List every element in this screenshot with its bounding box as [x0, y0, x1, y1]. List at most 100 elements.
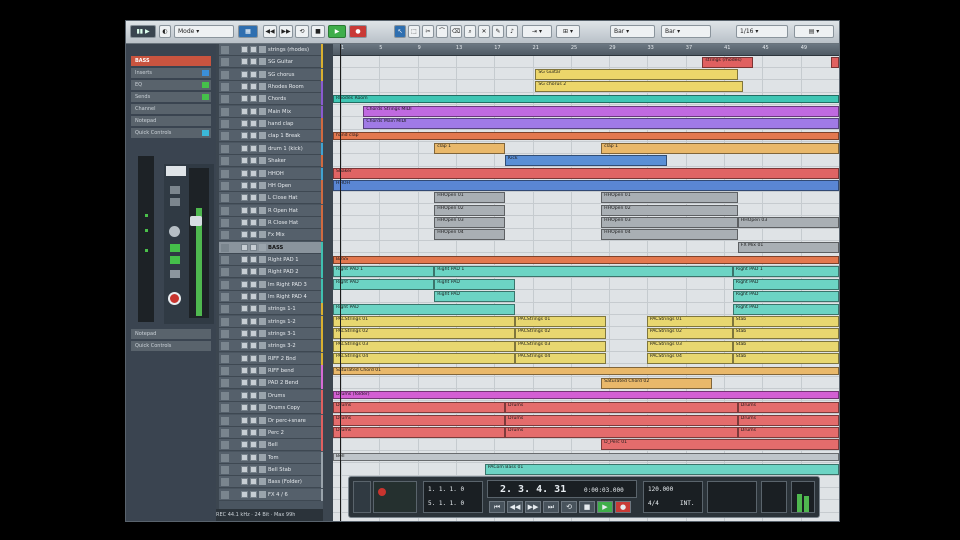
- project-cursor[interactable]: [340, 44, 341, 521]
- event-clip[interactable]: clap 1: [601, 142, 839, 154]
- track-expand-icon[interactable]: [221, 305, 229, 314]
- solo-button[interactable]: [250, 157, 257, 165]
- edit-channel-icon[interactable]: [259, 268, 266, 276]
- inspector-row-quick-controls[interactable]: Quick Controls: [131, 128, 211, 138]
- write-automation-button[interactable]: [170, 256, 180, 264]
- marker-panel[interactable]: [707, 481, 757, 513]
- mute-button[interactable]: [241, 293, 248, 300]
- edit-channel-icon[interactable]: [259, 465, 266, 473]
- track-expand-icon[interactable]: [221, 465, 229, 474]
- forward-icon[interactable]: ▶▶: [279, 25, 293, 38]
- track-row[interactable]: Drums: [219, 389, 323, 402]
- track-row[interactable]: R Close Hat: [219, 216, 323, 229]
- folder-part[interactable]: Saturated Chord 01: [333, 366, 839, 375]
- edit-channel-icon[interactable]: [259, 428, 266, 436]
- track-name[interactable]: Perc 2: [268, 427, 318, 439]
- track-lane[interactable]: [333, 192, 839, 204]
- solo-button[interactable]: [250, 46, 257, 53]
- mute-button[interactable]: [241, 416, 248, 424]
- track-expand-icon[interactable]: [221, 255, 229, 264]
- autoscroll-button[interactable]: ⇥ ▾: [522, 25, 552, 38]
- track-row[interactable]: RIFF bend: [219, 365, 323, 378]
- edit-channel-icon[interactable]: [259, 83, 266, 91]
- event-clip[interactable]: Right PAD: [333, 303, 516, 315]
- solo-button[interactable]: [250, 428, 257, 436]
- folder-part[interactable]: Bell: [333, 453, 839, 462]
- edit-channel-icon[interactable]: [259, 181, 266, 189]
- mute-button[interactable]: [241, 218, 248, 226]
- track-row[interactable]: hand clap: [219, 118, 323, 131]
- edit-channel-icon[interactable]: [259, 46, 266, 53]
- event-clip[interactable]: PACStrings 01: [333, 315, 516, 327]
- edit-channel-icon[interactable]: [259, 342, 266, 350]
- track-expand-icon[interactable]: [221, 330, 229, 339]
- mute-button[interactable]: [241, 305, 248, 313]
- track-row[interactable]: Main Mix: [219, 105, 323, 118]
- tempo-panel[interactable]: 120.000 4/4 INT.: [643, 481, 703, 513]
- solo-button[interactable]: [250, 218, 257, 226]
- read-automation-button[interactable]: [170, 270, 180, 278]
- track-expand-icon[interactable]: [221, 342, 229, 351]
- edit-channel-icon[interactable]: [259, 453, 266, 461]
- track-expand-icon[interactable]: [221, 478, 229, 487]
- activate-project-button[interactable]: ▮▮ ▶: [130, 25, 156, 38]
- track-expand-icon[interactable]: [221, 441, 229, 450]
- solo-button[interactable]: [250, 107, 257, 115]
- track-name[interactable]: RIFF 2 Bnd: [268, 353, 318, 365]
- event-clip[interactable]: Kick: [505, 155, 667, 167]
- track-name[interactable]: R Open Hat: [268, 205, 318, 217]
- track-expand-icon[interactable]: [221, 317, 229, 326]
- mute-button[interactable]: [241, 404, 248, 412]
- edit-channel-icon[interactable]: [259, 490, 266, 498]
- edit-channel-icon[interactable]: [259, 404, 266, 412]
- mute-button[interactable]: [241, 58, 248, 66]
- track-name[interactable]: Main Mix: [268, 106, 318, 118]
- left-locator[interactable]: 1. 1. 1. 0: [428, 486, 464, 493]
- record-mode-panel[interactable]: [373, 481, 417, 513]
- event-clip[interactable]: FX Mix 01: [737, 241, 839, 253]
- track-row[interactable]: Rhodes Room: [219, 81, 323, 94]
- track-name[interactable]: SG Guitar: [268, 56, 318, 68]
- mute-tool-icon[interactable]: ✕: [478, 25, 490, 38]
- mute-button[interactable]: [241, 478, 248, 486]
- rewind-icon[interactable]: ◀◀: [263, 25, 277, 38]
- event-clip[interactable]: PACStrings 02: [515, 328, 607, 340]
- event-clip[interactable]: SG chorus 2: [535, 81, 743, 93]
- mute-button[interactable]: [241, 181, 248, 189]
- event-clip[interactable]: HHOpen 04: [601, 229, 738, 241]
- event-clip[interactable]: Shaker: [333, 167, 839, 179]
- track-row[interactable]: Dr perc+snare: [219, 414, 323, 427]
- edit-channel-icon[interactable]: [259, 144, 266, 152]
- event-clip[interactable]: HHOpen 01: [434, 192, 506, 204]
- track-expand-icon[interactable]: [221, 107, 229, 116]
- track-name[interactable]: Bass (Folder): [268, 476, 318, 488]
- mute-button[interactable]: [241, 441, 248, 449]
- event-clip[interactable]: Drums: [333, 427, 506, 438]
- track-row[interactable]: strings 1-2: [219, 315, 323, 328]
- solo-button[interactable]: [250, 317, 257, 325]
- track-lane[interactable]: [333, 204, 839, 217]
- track-lane[interactable]: [333, 377, 839, 390]
- arrangement-area[interactable]: strings (rhodes) SG Guitar SG chorus 2 Rhod…: [333, 56, 839, 521]
- inspector-row-sends[interactable]: Sends: [131, 92, 211, 102]
- track-expand-icon[interactable]: [221, 243, 229, 252]
- record-icon[interactable]: ●: [349, 25, 367, 38]
- rewind-transport-icon[interactable]: ◀◀: [507, 501, 523, 513]
- inspector-row-notepad-bottom[interactable]: Notepad: [131, 329, 211, 339]
- solo-button[interactable]: [250, 255, 257, 263]
- mute-button[interactable]: [241, 83, 248, 91]
- go-to-start-icon[interactable]: ⏮: [489, 501, 505, 513]
- event-clip[interactable]: Drums: [505, 402, 738, 414]
- track-expand-icon[interactable]: [221, 83, 229, 92]
- track-row[interactable]: strings (rhodes): [219, 44, 323, 56]
- event-clip[interactable]: Right PAD 1: [732, 266, 839, 278]
- output-routing-box[interactable]: [166, 166, 186, 176]
- event-clip[interactable]: PACStrings 04: [646, 352, 733, 364]
- play-transport-icon[interactable]: ▶: [597, 501, 613, 513]
- mute-button[interactable]: [241, 354, 248, 362]
- edit-channel-icon[interactable]: [259, 293, 266, 300]
- media-bay-icon[interactable]: ▦: [238, 25, 258, 38]
- track-name[interactable]: strings (rhodes): [268, 44, 318, 56]
- track-row[interactable]: Im Right PAD 4: [219, 291, 323, 303]
- mute-button[interactable]: [241, 194, 248, 202]
